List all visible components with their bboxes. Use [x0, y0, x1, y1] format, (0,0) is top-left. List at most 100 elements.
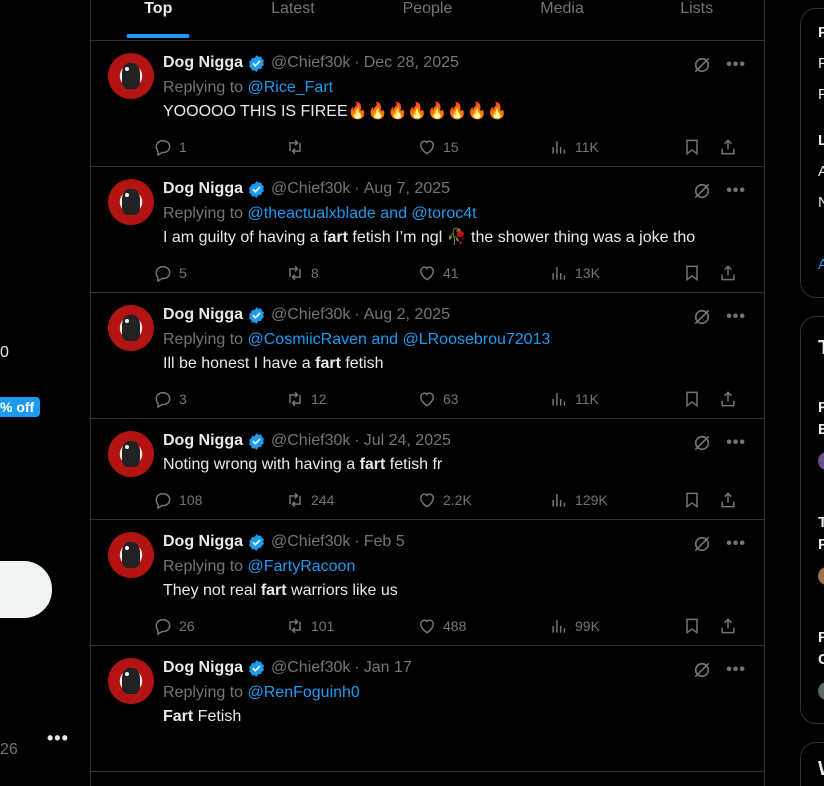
reply-button[interactable]: 1: [153, 137, 285, 157]
dog-avatar-icon: [122, 668, 140, 694]
avatar[interactable]: [108, 532, 154, 578]
share-icon[interactable]: [718, 263, 738, 283]
tweet[interactable]: Dog Nigga @Chief30k · Feb 5 ••• Replying…: [91, 520, 764, 646]
bookmark-icon[interactable]: [682, 137, 702, 157]
verified-badge-icon: [249, 54, 264, 72]
more-options-icon[interactable]: •••: [726, 182, 746, 200]
replying-to-links[interactable]: @RenFoguinh0: [248, 684, 360, 701]
views-button[interactable]: 11K: [549, 137, 679, 157]
grok-icon[interactable]: [692, 534, 712, 554]
trend-fragment[interactable]: P: [818, 536, 824, 553]
reply-icon: [155, 140, 171, 157]
views-button[interactable]: 11K: [549, 389, 679, 409]
tab-latest[interactable]: Latest: [226, 0, 361, 40]
bookmark-icon[interactable]: [682, 263, 702, 283]
trend-fragment[interactable]: F: [818, 629, 824, 646]
reply-button[interactable]: 5: [153, 263, 285, 283]
author-name[interactable]: Dog Nigga: [163, 432, 243, 450]
like-button[interactable]: 488: [417, 616, 549, 636]
share-icon[interactable]: [718, 616, 738, 636]
author-name[interactable]: Dog Nigga: [163, 180, 243, 198]
tab-top[interactable]: Top: [91, 0, 226, 40]
like-button[interactable]: 2.2K: [417, 490, 549, 510]
author-handle[interactable]: @Chief30k: [271, 533, 350, 551]
author-handle[interactable]: @Chief30k: [271, 54, 350, 72]
trend-fragment[interactable]: F: [818, 399, 824, 416]
grok-icon[interactable]: [692, 660, 712, 680]
avatar[interactable]: [108, 658, 154, 704]
tweet[interactable]: Dog Nigga @Chief30k · Dec 28, 2025 ••• R…: [91, 41, 764, 167]
grok-icon[interactable]: [692, 433, 712, 453]
tab-lists[interactable]: Lists: [629, 0, 764, 40]
tweet[interactable]: Dog Nigga @Chief30k · Aug 7, 2025 ••• Re…: [91, 167, 764, 293]
author-name[interactable]: Dog Nigga: [163, 659, 243, 677]
grok-icon[interactable]: [692, 307, 712, 327]
author-name[interactable]: Dog Nigga: [163, 533, 243, 551]
more-options-icon[interactable]: •••: [726, 56, 746, 74]
discount-badge[interactable]: % off: [0, 397, 41, 417]
tweet-text: Noting wrong with having a fart fetish f…: [163, 455, 748, 475]
post-button[interactable]: [0, 561, 52, 618]
more-options-icon[interactable]: •••: [726, 434, 746, 452]
author-handle[interactable]: @Chief30k: [271, 432, 350, 450]
bookmark-icon[interactable]: [682, 389, 702, 409]
like-button[interactable]: 63: [417, 389, 549, 409]
tweet-date[interactable]: Aug 7, 2025: [364, 180, 450, 198]
like-count: 15: [443, 139, 459, 155]
reply-button[interactable]: 3: [153, 389, 285, 409]
more-options-icon[interactable]: •••: [726, 308, 746, 326]
repost-button[interactable]: 101: [285, 616, 417, 636]
share-icon[interactable]: [718, 137, 738, 157]
tweet-date[interactable]: Feb 5: [364, 533, 405, 551]
replying-to-links[interactable]: @Rice_Fart: [248, 79, 334, 96]
replying-to-links[interactable]: @CosmiicRaven and @LRoosebrou72013: [248, 331, 551, 348]
author-handle[interactable]: @Chief30k: [271, 306, 350, 324]
avatar[interactable]: [108, 53, 154, 99]
tab-media[interactable]: Media: [495, 0, 630, 40]
trend-fragment[interactable]: C: [818, 651, 824, 668]
like-button[interactable]: 15: [417, 137, 549, 157]
heart-icon: [419, 266, 435, 281]
more-options-icon[interactable]: •••: [726, 535, 746, 553]
tweet[interactable]: Dog Nigga @Chief30k · Aug 2, 2025 ••• Re…: [91, 293, 764, 419]
tweet-date[interactable]: Aug 2, 2025: [364, 306, 450, 324]
grok-icon[interactable]: [692, 55, 712, 75]
repost-button[interactable]: 12: [285, 389, 417, 409]
repost-button[interactable]: 8: [285, 263, 417, 283]
author-handle[interactable]: @Chief30k: [271, 659, 350, 677]
share-icon[interactable]: [718, 490, 738, 510]
bookmark-icon[interactable]: [682, 490, 702, 510]
repost-button[interactable]: [285, 137, 417, 157]
separator-dot: ·: [354, 432, 360, 449]
replying-to-links[interactable]: @FartyRacoon: [248, 558, 356, 575]
share-icon[interactable]: [718, 389, 738, 409]
tweet[interactable]: Dog Nigga @Chief30k · Jan 17 ••• Replyin…: [91, 646, 764, 772]
trend-fragment[interactable]: E: [818, 421, 824, 438]
tweet-date[interactable]: Jan 17: [364, 659, 412, 677]
avatar[interactable]: [108, 179, 154, 225]
author-handle[interactable]: @Chief30k: [271, 180, 350, 198]
right-card-link[interactable]: A: [818, 256, 824, 273]
replying-to-links[interactable]: @theactualxblade and @toroc4t: [248, 205, 477, 222]
tweet-date[interactable]: Jul 24, 2025: [364, 432, 451, 450]
repost-button[interactable]: 244: [285, 490, 417, 510]
author-name[interactable]: Dog Nigga: [163, 54, 243, 72]
tab-people[interactable]: People: [360, 0, 495, 40]
bookmark-icon[interactable]: [682, 616, 702, 636]
account-more-icon[interactable]: •••: [47, 728, 69, 749]
trend-fragment[interactable]: T: [818, 514, 824, 531]
avatar[interactable]: [108, 431, 154, 477]
reply-button[interactable]: 108: [153, 490, 285, 510]
like-button[interactable]: 41: [417, 263, 549, 283]
tweet-date[interactable]: Dec 28, 2025: [364, 54, 459, 72]
author-name[interactable]: Dog Nigga: [163, 306, 243, 324]
repost-count: 8: [311, 265, 319, 281]
avatar[interactable]: [108, 305, 154, 351]
views-button[interactable]: 99K: [549, 616, 679, 636]
reply-button[interactable]: 26: [153, 616, 285, 636]
views-button[interactable]: 13K: [549, 263, 679, 283]
more-options-icon[interactable]: •••: [726, 661, 746, 679]
views-button[interactable]: 129K: [549, 490, 679, 510]
grok-icon[interactable]: [692, 181, 712, 201]
tweet[interactable]: Dog Nigga @Chief30k · Jul 24, 2025 ••• N…: [91, 419, 764, 520]
